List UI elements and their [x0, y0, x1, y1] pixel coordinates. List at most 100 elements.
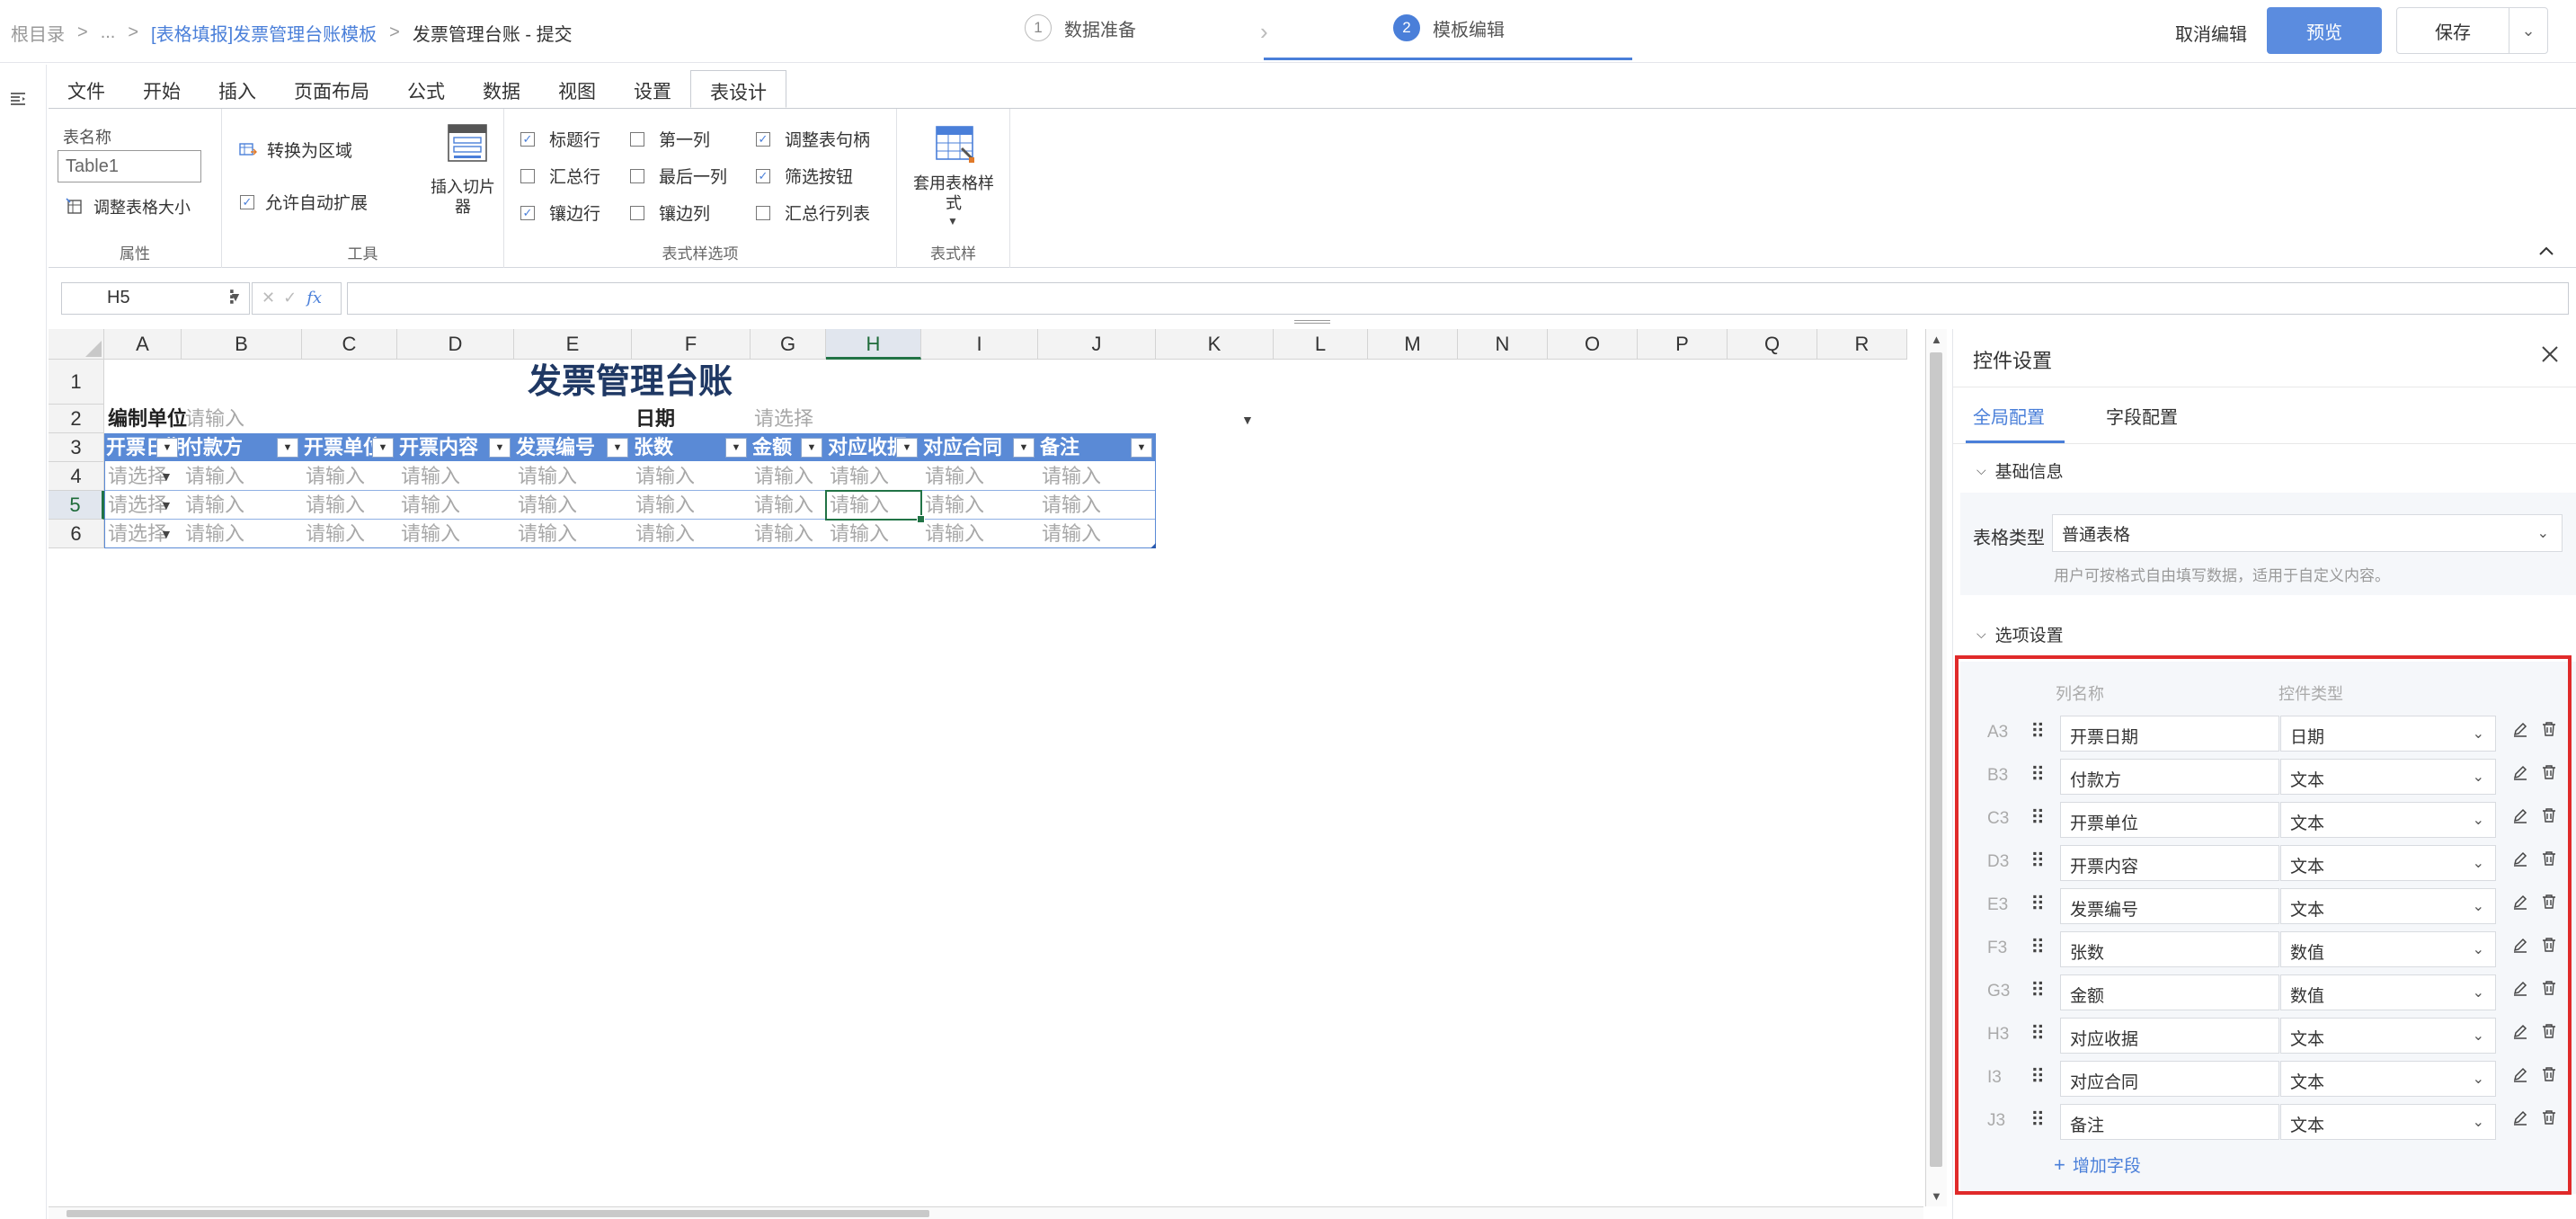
row-header[interactable]: 6 — [49, 520, 104, 548]
row-header[interactable]: 2 — [49, 405, 104, 433]
tab-data[interactable]: 数据 — [464, 70, 539, 108]
preview-button[interactable]: 预览 — [2267, 7, 2382, 54]
step-data-prep[interactable]: 1 数据准备 — [1025, 14, 1136, 41]
breadcrumb-ellipsis[interactable]: ... — [101, 22, 116, 43]
tab-settings[interactable]: 设置 — [615, 70, 690, 108]
formula-input[interactable] — [347, 282, 2569, 315]
more-options-icon[interactable]: ⋮ — [223, 286, 241, 308]
breadcrumb-separator: > — [77, 22, 88, 42]
confirm-icon[interactable]: ✓ — [283, 289, 297, 307]
breadcrumb-root[interactable]: 根目录 — [11, 20, 65, 46]
close-icon[interactable] — [2540, 342, 2560, 370]
column-header[interactable]: L — [1274, 329, 1368, 360]
option-banded-columns[interactable]: 镶边列 — [630, 200, 710, 225]
column-header[interactable]: O — [1548, 329, 1638, 360]
column-header[interactable]: Q — [1728, 329, 1817, 360]
column-header[interactable]: M — [1368, 329, 1458, 360]
section-option-settings[interactable]: ⌵ 选项设置 — [1976, 622, 2064, 646]
row-header[interactable]: 4 — [49, 462, 104, 491]
convert-to-range-button[interactable]: 转换为区域 — [238, 138, 352, 162]
select-all-corner[interactable] — [49, 329, 104, 360]
column-header[interactable]: C — [302, 329, 397, 360]
column-header[interactable]: J — [1038, 329, 1156, 360]
option-label: 调整表句柄 — [785, 131, 871, 150]
column-header[interactable]: F — [632, 329, 751, 360]
option-total-row-list[interactable]: 汇总行列表 — [756, 200, 870, 225]
cancel-icon[interactable]: ✕ — [262, 289, 275, 307]
resize-table-button[interactable]: 调整表格大小 — [65, 195, 191, 218]
column-header[interactable]: D — [397, 329, 514, 360]
tab-table-design[interactable]: 表设计 — [690, 70, 786, 108]
table-type-select[interactable]: 普通表格 ⌄ — [2052, 514, 2563, 552]
convert-range-icon — [238, 140, 258, 160]
function-icon[interactable]: fx — [306, 289, 322, 307]
breadcrumb-template[interactable]: [表格填报]发票管理台账模板 — [151, 20, 377, 46]
ribbon-group-tools: 转换为区域 ✓ 允许自动扩展 插入切片器 工具 — [222, 109, 504, 269]
column-header[interactable]: B — [182, 329, 302, 360]
column-header[interactable]: P — [1638, 329, 1728, 360]
chevron-down-icon: ⌄ — [2521, 21, 2536, 40]
table-resize-handle[interactable] — [1150, 543, 1156, 548]
scroll-thumb[interactable] — [67, 1210, 929, 1217]
option-resize-handle[interactable]: ✓ 调整表句柄 — [756, 127, 870, 151]
section-label: 选项设置 — [1994, 627, 2064, 645]
column-header[interactable]: I — [921, 329, 1038, 360]
tab-page-layout[interactable]: 页面布局 — [275, 70, 388, 108]
column-header[interactable]: G — [751, 329, 826, 360]
unit-input-cell[interactable]: 请输入 — [182, 405, 361, 433]
dropdown-caret-icon[interactable]: ▼ — [947, 215, 958, 227]
outline-toggle-icon[interactable] — [9, 90, 27, 113]
name-box[interactable]: H5 ▼ — [61, 282, 250, 315]
date-select-cell[interactable]: 请选择 — [751, 405, 930, 433]
tab-formula[interactable]: 公式 — [388, 70, 464, 108]
scroll-thumb[interactable] — [1930, 352, 1942, 1167]
row-header[interactable]: 5 — [49, 491, 104, 520]
table-type-hint: 用户可按格式自由填写数据，适用于自定义内容。 — [2054, 567, 2390, 584]
option-header-row[interactable]: ✓ 标题行 — [520, 127, 600, 151]
tab-view[interactable]: 视图 — [539, 70, 615, 108]
tab-home[interactable]: 开始 — [124, 70, 200, 108]
collapse-ribbon-icon[interactable] — [2538, 242, 2554, 261]
table-name-input[interactable] — [58, 150, 201, 182]
option-total-row[interactable]: 汇总行 — [520, 164, 600, 188]
column-header[interactable]: K — [1156, 329, 1274, 360]
vertical-scrollbar[interactable]: ▲ ▼ — [1925, 329, 1947, 1206]
apply-table-style-label[interactable]: 套用表格样式 — [913, 174, 994, 213]
option-last-column[interactable]: 最后一列 — [630, 164, 727, 188]
step-template-edit[interactable]: 2 模板编辑 — [1393, 14, 1505, 41]
row-header[interactable]: 1 — [49, 360, 104, 405]
tab-file[interactable]: 文件 — [49, 70, 124, 108]
column-header[interactable]: N — [1458, 329, 1548, 360]
save-dropdown-button[interactable]: ⌄ — [2509, 7, 2548, 54]
resize-table-icon — [65, 197, 84, 217]
column-header[interactable]: E — [514, 329, 632, 360]
tab-global-config[interactable]: 全局配置 — [1973, 403, 2045, 429]
column-header[interactable]: A — [104, 329, 182, 360]
cancel-edit-button[interactable]: 取消编辑 — [2175, 20, 2247, 46]
option-filter-button[interactable]: ✓ 筛选按钮 — [756, 164, 853, 188]
splitter-handle[interactable] — [1294, 320, 1330, 324]
panel-title: 控件设置 — [1973, 350, 2053, 372]
section-basic-info[interactable]: ⌵ 基础信息 — [1976, 458, 2064, 483]
row-header[interactable]: 3 — [49, 433, 104, 462]
insert-slicer-label[interactable]: 插入切片器 — [427, 177, 499, 217]
checkbox-unchecked-icon — [756, 205, 770, 220]
insert-slicer-icon[interactable] — [445, 121, 490, 165]
dropdown-caret-icon[interactable]: ▼ — [1241, 413, 1254, 427]
option-banded-rows[interactable]: ✓ 镶边行 — [520, 200, 600, 225]
tab-insert[interactable]: 插入 — [200, 70, 275, 108]
horizontal-scrollbar[interactable] — [49, 1206, 1923, 1219]
save-button[interactable]: 保存 — [2396, 7, 2509, 54]
option-first-column[interactable]: 第一列 — [630, 127, 710, 151]
table-outline — [104, 433, 1156, 548]
column-header[interactable]: R — [1817, 329, 1907, 360]
date-label-cell[interactable]: 日期 — [632, 405, 704, 433]
column-header[interactable]: H — [826, 329, 921, 360]
tab-field-config[interactable]: 字段配置 — [2106, 403, 2178, 429]
active-cell-selection[interactable] — [825, 490, 925, 523]
table-style-icon[interactable] — [933, 121, 978, 166]
scroll-down-icon[interactable]: ▼ — [1931, 1189, 1942, 1203]
sheet-title[interactable]: 发票管理台账 — [104, 360, 1156, 405]
scroll-up-icon[interactable]: ▲ — [1931, 333, 1942, 346]
allow-auto-expand-checkbox[interactable]: ✓ 允许自动扩展 — [240, 190, 368, 214]
